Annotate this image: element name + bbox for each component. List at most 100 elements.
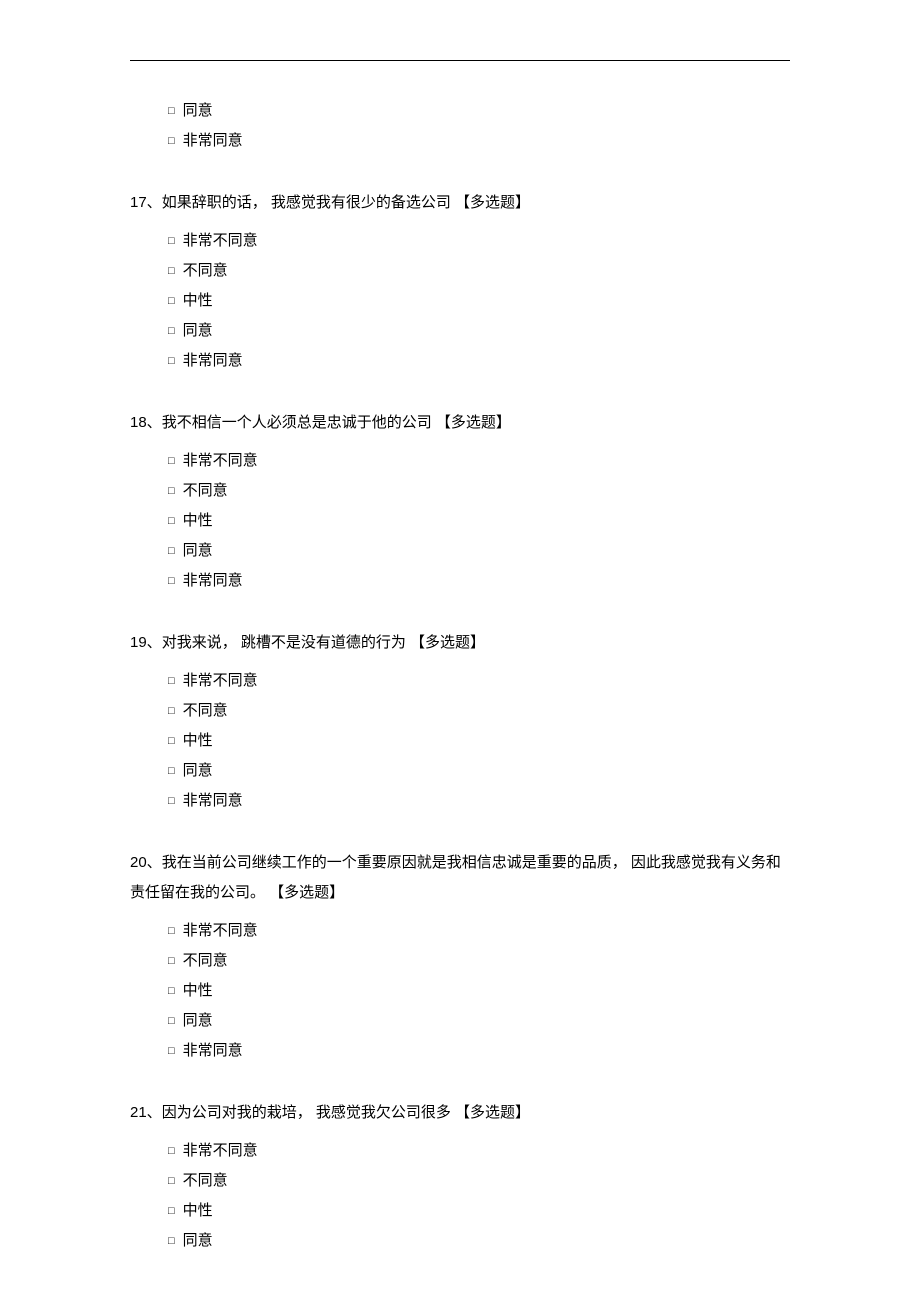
option-item: □ 非常同意 [168,346,790,376]
option-label: 中性 [183,976,213,1006]
checkbox-icon[interactable]: □ [168,760,175,782]
option-item: □ 不同意 [168,696,790,726]
option-list: □ 非常不同意 □ 不同意 □ 中性 □ 同意 [130,1136,790,1256]
question-text: 17、如果辞职的话， 我感觉我有很少的备选公司 【多选题】 [130,188,790,218]
checkbox-icon[interactable]: □ [168,980,175,1002]
checkbox-icon[interactable]: □ [168,1040,175,1062]
orphan-option-list: □ 同意 □ 非常同意 [130,96,790,156]
page-container: □ 同意 □ 非常同意 17、如果辞职的话， 我感觉我有很少的备选公司 【多选题… [0,0,920,1308]
option-label: 非常同意 [183,566,243,596]
question-body: 我不相信一个人必须总是忠诚于他的公司 [162,414,432,431]
option-item: □ 同意 [168,316,790,346]
option-label: 非常同意 [183,346,243,376]
checkbox-icon[interactable]: □ [168,730,175,752]
option-label: 同意 [183,96,213,126]
question-tag: 【多选题】 [455,194,530,211]
option-label: 非常不同意 [183,446,258,476]
option-item: □ 中性 [168,506,790,536]
checkbox-icon[interactable]: □ [168,320,175,342]
option-label: 非常不同意 [183,226,258,256]
checkbox-icon[interactable]: □ [168,1170,175,1192]
option-item: □ 不同意 [168,476,790,506]
question-block-17: 17、如果辞职的话， 我感觉我有很少的备选公司 【多选题】 □ 非常不同意 □ … [130,188,790,376]
option-label: 同意 [183,316,213,346]
option-item: □ 非常同意 [168,566,790,596]
option-item: □ 不同意 [168,1166,790,1196]
checkbox-icon[interactable]: □ [168,920,175,942]
question-tag: 【多选题】 [436,414,511,431]
checkbox-icon[interactable]: □ [168,1230,175,1252]
option-item: □ 同意 [168,96,790,126]
question-block-21: 21、因为公司对我的栽培， 我感觉我欠公司很多 【多选题】 □ 非常不同意 □ … [130,1098,790,1256]
option-list: □ 非常不同意 □ 不同意 □ 中性 □ 同意 □ 非常同意 [130,446,790,596]
option-label: 不同意 [183,476,228,506]
header-divider [130,60,790,61]
option-label: 不同意 [183,946,228,976]
checkbox-icon[interactable]: □ [168,130,175,152]
option-list: □ 非常不同意 □ 不同意 □ 中性 □ 同意 □ 非常同意 [130,666,790,816]
checkbox-icon[interactable]: □ [168,950,175,972]
option-label: 不同意 [183,1166,228,1196]
option-item: □ 同意 [168,536,790,566]
checkbox-icon[interactable]: □ [168,350,175,372]
question-text: 18、我不相信一个人必须总是忠诚于他的公司 【多选题】 [130,408,790,438]
question-body: 我在当前公司继续工作的一个重要原因就是我相信忠诚是重要的品质， 因此我感觉我有义… [130,854,781,901]
option-item: □ 非常不同意 [168,1136,790,1166]
option-label: 不同意 [183,696,228,726]
checkbox-icon[interactable]: □ [168,1010,175,1032]
option-label: 非常不同意 [183,1136,258,1166]
option-item: □ 同意 [168,1226,790,1256]
option-item: □ 非常同意 [168,126,790,156]
option-label: 非常同意 [183,126,243,156]
checkbox-icon[interactable]: □ [168,100,175,122]
option-item: □ 非常不同意 [168,446,790,476]
checkbox-icon[interactable]: □ [168,540,175,562]
option-item: □ 中性 [168,976,790,1006]
option-label: 同意 [183,1226,213,1256]
question-block-18: 18、我不相信一个人必须总是忠诚于他的公司 【多选题】 □ 非常不同意 □ 不同… [130,408,790,596]
checkbox-icon[interactable]: □ [168,260,175,282]
option-label: 中性 [183,1196,213,1226]
question-body: 因为公司对我的栽培， 我感觉我欠公司很多 [162,1104,451,1121]
question-text: 20、我在当前公司继续工作的一个重要原因就是我相信忠诚是重要的品质， 因此我感觉… [130,848,790,908]
option-item: □ 不同意 [168,256,790,286]
option-item: □ 同意 [168,1006,790,1036]
question-number: 18、 [130,414,162,431]
option-item: □ 非常不同意 [168,916,790,946]
checkbox-icon[interactable]: □ [168,510,175,532]
question-body: 对我来说， 跳槽不是没有道德的行为 [162,634,406,651]
question-tag: 【多选题】 [455,1104,530,1121]
question-number: 19、 [130,634,162,651]
checkbox-icon[interactable]: □ [168,670,175,692]
option-list: □ 非常不同意 □ 不同意 □ 中性 □ 同意 □ 非常同意 [130,226,790,376]
option-item: □ 非常不同意 [168,226,790,256]
option-label: 非常不同意 [183,916,258,946]
question-text: 19、对我来说， 跳槽不是没有道德的行为 【多选题】 [130,628,790,658]
checkbox-icon[interactable]: □ [168,790,175,812]
option-label: 不同意 [183,256,228,286]
checkbox-icon[interactable]: □ [168,480,175,502]
option-label: 非常同意 [183,786,243,816]
option-label: 非常不同意 [183,666,258,696]
question-tag: 【多选题】 [410,634,485,651]
option-item: □ 中性 [168,726,790,756]
option-item: □ 同意 [168,756,790,786]
checkbox-icon[interactable]: □ [168,230,175,252]
question-text: 21、因为公司对我的栽培， 我感觉我欠公司很多 【多选题】 [130,1098,790,1128]
option-item: □ 非常同意 [168,786,790,816]
checkbox-icon[interactable]: □ [168,700,175,722]
checkbox-icon[interactable]: □ [168,450,175,472]
option-label: 中性 [183,506,213,536]
option-item: □ 非常同意 [168,1036,790,1066]
question-block-19: 19、对我来说， 跳槽不是没有道德的行为 【多选题】 □ 非常不同意 □ 不同意… [130,628,790,816]
question-tag: 【多选题】 [269,884,344,901]
question-number: 21、 [130,1104,162,1121]
option-item: □ 不同意 [168,946,790,976]
question-block-20: 20、我在当前公司继续工作的一个重要原因就是我相信忠诚是重要的品质， 因此我感觉… [130,848,790,1066]
checkbox-icon[interactable]: □ [168,570,175,592]
checkbox-icon[interactable]: □ [168,290,175,312]
checkbox-icon[interactable]: □ [168,1200,175,1222]
option-label: 同意 [183,756,213,786]
checkbox-icon[interactable]: □ [168,1140,175,1162]
option-label: 同意 [183,1006,213,1036]
